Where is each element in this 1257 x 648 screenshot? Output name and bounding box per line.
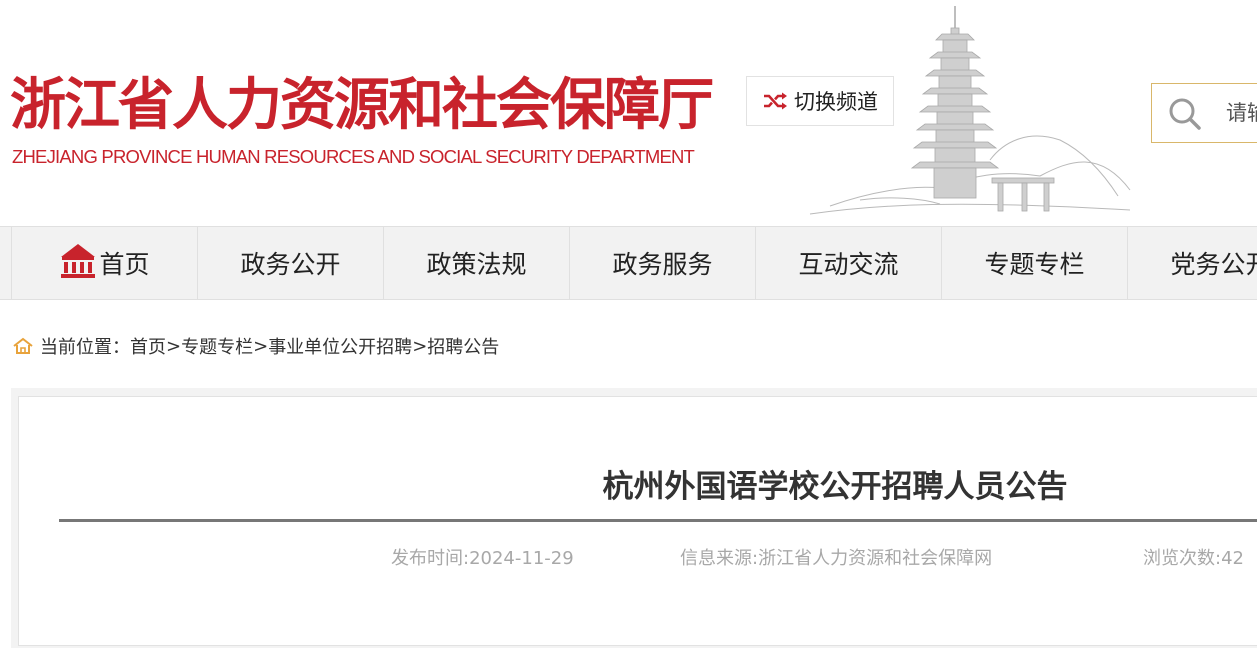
breadcrumb-item-home[interactable]: 首页 (130, 333, 166, 359)
search-input[interactable] (1226, 92, 1257, 134)
breadcrumb-item-public-recruitment[interactable]: 事业单位公开招聘 (268, 333, 412, 359)
breadcrumb: 当前位置： 首页 > 专题专栏 > 事业单位公开招聘 > 招聘公告 (12, 333, 499, 359)
site-subtitle: ZHEJIANG PROVINCE HUMAN RESOURCES AND SO… (12, 146, 695, 167)
shuffle-icon (762, 91, 788, 111)
breadcrumb-separator: > (412, 335, 428, 357)
home-outline-icon (13, 337, 33, 354)
article-source: 信息来源:浙江省人力资源和社会保障网 (680, 548, 993, 569)
breadcrumb-separator: > (253, 335, 269, 357)
nav-item-label: 首页 (99, 250, 150, 279)
nav-item-interaction[interactable]: 互动交流 (756, 227, 942, 299)
home-icon (59, 241, 97, 285)
search-box (1151, 83, 1257, 143)
search-icon[interactable] (1168, 97, 1202, 131)
article-publish-time: 发布时间:2024-11-29 (391, 548, 574, 569)
nav-item-government-affairs[interactable]: 政务公开 (198, 227, 384, 299)
article-view-count: 浏览次数:42 (1143, 548, 1244, 569)
breadcrumb-separator: > (166, 335, 182, 357)
pagoda-illustration (809, 6, 1131, 215)
nav-item-special-topics[interactable]: 专题专栏 (942, 227, 1128, 299)
nav-item-services[interactable]: 政务服务 (570, 227, 756, 299)
breadcrumb-item-recruitment-notices[interactable]: 招聘公告 (427, 333, 499, 359)
nav-item-policies[interactable]: 政策法规 (384, 227, 570, 299)
breadcrumb-item-special-topics[interactable]: 专题专栏 (181, 333, 253, 359)
nav-edge (0, 227, 12, 299)
site-header: 浙江省人力资源和社会保障厅 ZHEJIANG PROVINCE HUMAN RE… (0, 0, 1257, 226)
article-title: 杭州外国语学校公开招聘人员公告 (602, 469, 1068, 505)
breadcrumb-prefix: 当前位置： (40, 337, 130, 358)
nav-item-home[interactable]: 首页 (12, 227, 198, 299)
title-divider (59, 519, 1257, 522)
site-title[interactable]: 浙江省人力资源和社会保障厅 (10, 60, 714, 141)
main-nav: 首页 政务公开 政策法规 政务服务 互动交流 专题专栏 党务公开 (0, 226, 1257, 300)
nav-item-party-affairs[interactable]: 党务公开 (1128, 227, 1257, 299)
